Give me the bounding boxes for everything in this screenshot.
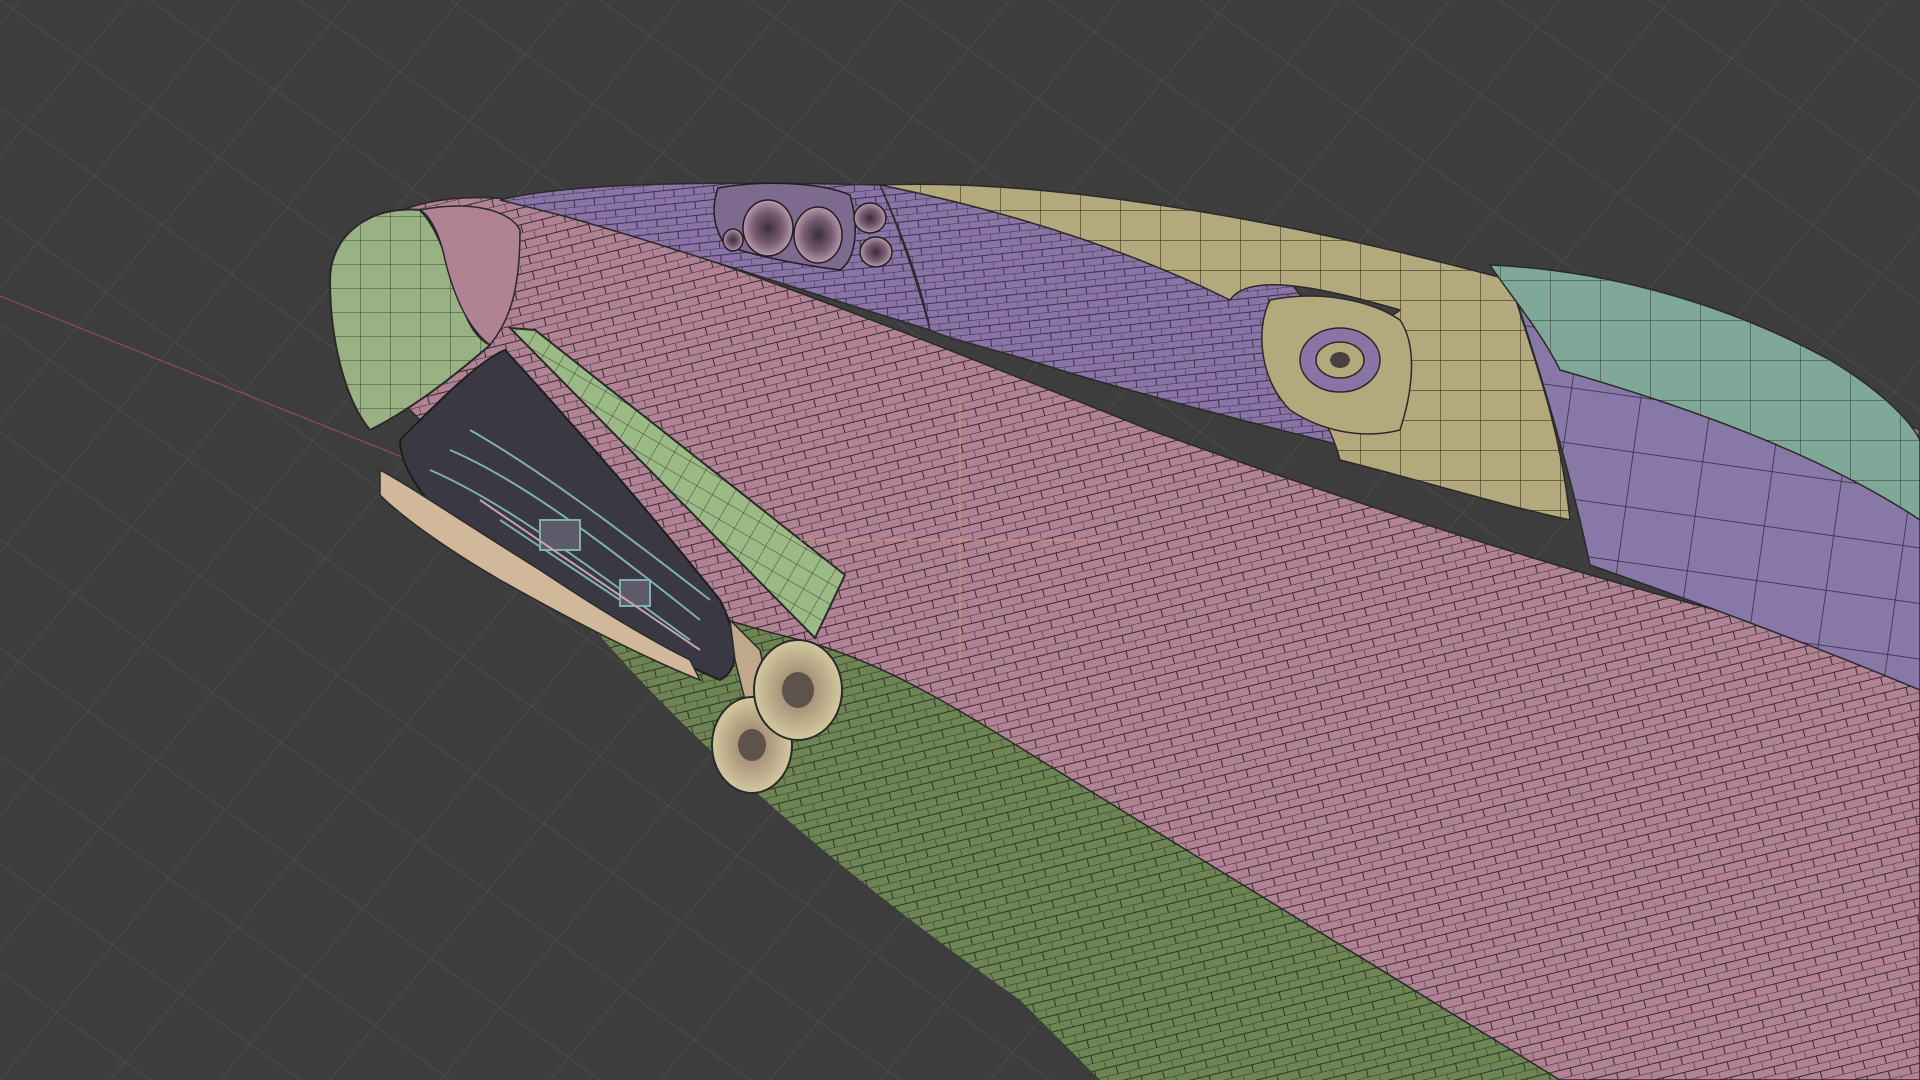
rcs-port-icon	[859, 236, 893, 268]
rcs-port-icon	[793, 206, 843, 264]
3d-viewport[interactable]	[0, 0, 1920, 1080]
rcs-port-icon	[742, 199, 794, 257]
viewport-canvas[interactable]	[0, 0, 1920, 1080]
rcs-port-icon	[853, 202, 887, 234]
grid-line	[0, 0, 351, 421]
rcs-port-icon	[722, 228, 744, 252]
grid-line	[0, 0, 131, 157]
